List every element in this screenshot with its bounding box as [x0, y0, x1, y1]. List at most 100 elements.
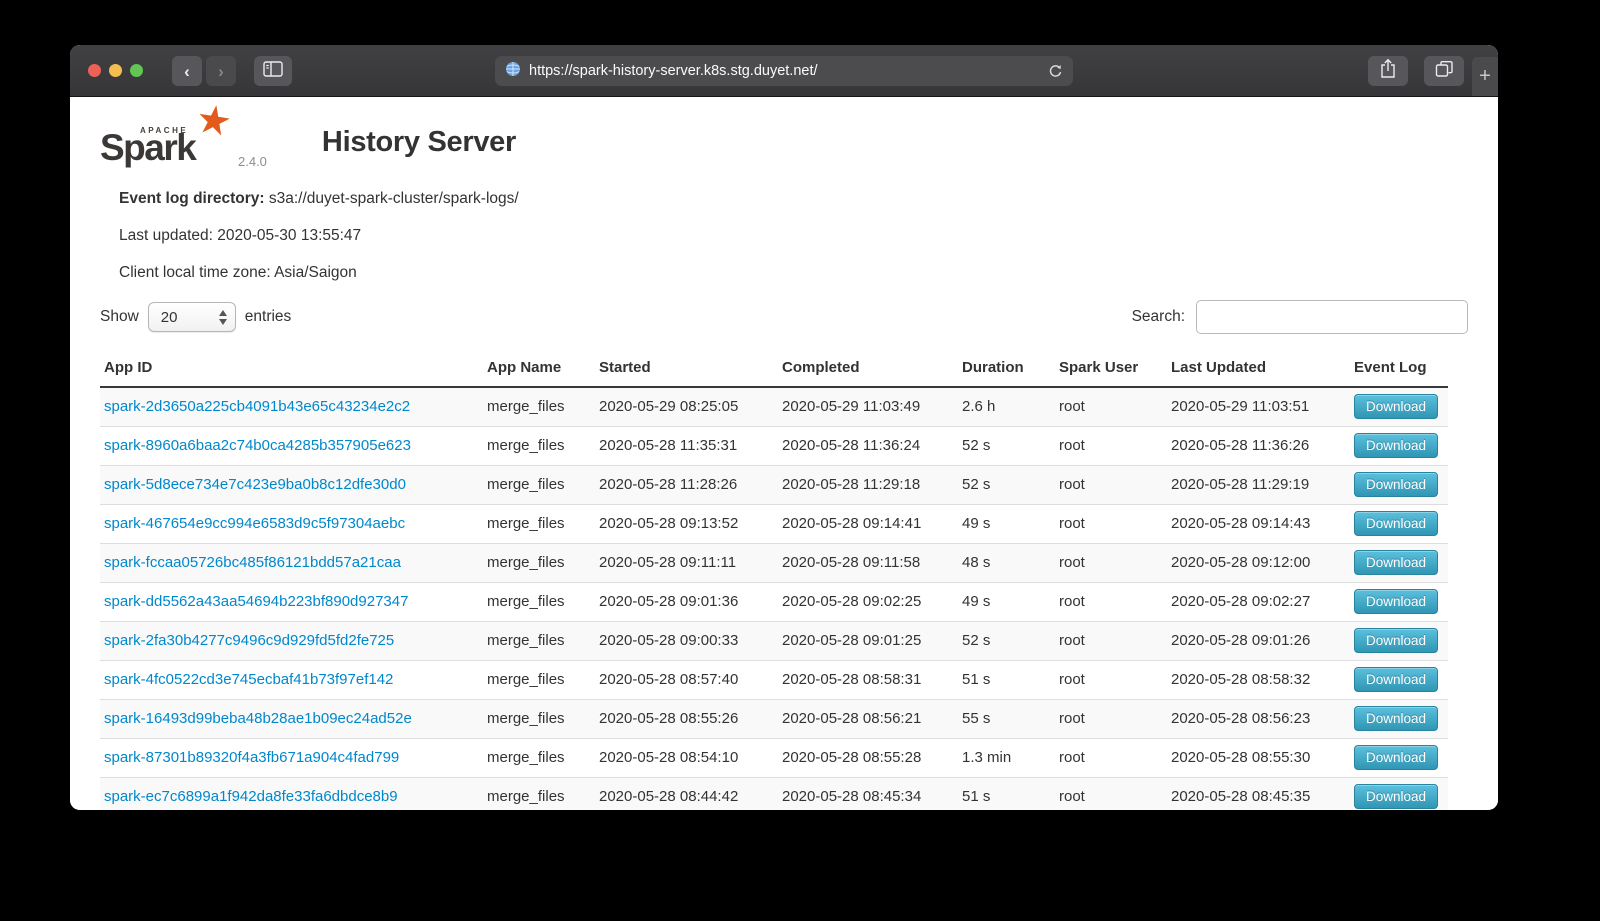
column-header-completed[interactable]: Completed [778, 350, 958, 387]
app-table-body: spark-2d3650a225cb4091b43e65c43234e2c2 m… [100, 387, 1448, 810]
back-button[interactable]: ‹ [172, 56, 202, 86]
app-id-link[interactable]: spark-5d8ece734e7c423e9ba0b8c12dfe30d0 [104, 476, 406, 493]
app-id-link[interactable]: spark-2d3650a225cb4091b43e65c43234e2c2 [104, 398, 410, 415]
duration-cell: 49 s [958, 504, 1055, 543]
download-button[interactable]: Download [1354, 394, 1438, 419]
spark-user-cell: root [1055, 426, 1167, 465]
last-updated-cell: 2020-05-29 11:03:51 [1167, 387, 1350, 426]
spark-user-cell: root [1055, 738, 1167, 777]
completed-cell: 2020-05-28 08:56:21 [778, 699, 958, 738]
column-header-duration[interactable]: Duration [958, 350, 1055, 387]
app-name-cell: merge_files [483, 738, 595, 777]
spark-user-cell: root [1055, 660, 1167, 699]
last-updated-cell: 2020-05-28 11:36:26 [1167, 426, 1350, 465]
download-button[interactable]: Download [1354, 628, 1438, 653]
last-updated-cell: 2020-05-28 09:01:26 [1167, 621, 1350, 660]
started-cell: 2020-05-28 09:01:36 [595, 582, 778, 621]
table-row: spark-8960a6baa2c74b0ca4285b357905e623 m… [100, 426, 1448, 465]
entries-suffix-label: entries [245, 308, 292, 326]
completed-cell: 2020-05-28 08:55:28 [778, 738, 958, 777]
event-log-directory-label: Event log directory: [119, 190, 269, 207]
column-header-started[interactable]: Started [595, 350, 778, 387]
table-row: spark-dd5562a43aa54694b223bf890d927347 m… [100, 582, 1448, 621]
app-id-link[interactable]: spark-fccaa05726bc485f86121bdd57a21caa [104, 554, 401, 571]
column-header-last-updated[interactable]: Last Updated [1167, 350, 1350, 387]
zoom-window-button[interactable] [130, 64, 143, 77]
entries-select[interactable]: 20 [148, 302, 236, 332]
app-name-cell: merge_files [483, 777, 595, 810]
page-header: APACHE Spark ★ 2.4.0 History Server [100, 111, 1468, 173]
started-cell: 2020-05-28 11:35:31 [595, 426, 778, 465]
entries-selected-value: 20 [161, 309, 178, 326]
started-cell: 2020-05-28 09:00:33 [595, 621, 778, 660]
column-header-event-log[interactable]: Event Log [1350, 350, 1448, 387]
app-id-link[interactable]: spark-ec7c6899a1f942da8fe33fa6dbdce8b9 [104, 788, 398, 805]
download-button[interactable]: Download [1354, 433, 1438, 458]
last-updated-cell: 2020-05-28 09:02:27 [1167, 582, 1350, 621]
show-tabs-button[interactable] [1424, 56, 1464, 86]
share-icon [1379, 58, 1397, 84]
app-id-link[interactable]: spark-8960a6baa2c74b0ca4285b357905e623 [104, 437, 411, 454]
download-button[interactable]: Download [1354, 784, 1438, 809]
started-cell: 2020-05-28 08:44:42 [595, 777, 778, 810]
page-title: History Server [322, 126, 516, 159]
spark-version: 2.4.0 [238, 154, 267, 169]
event-log-directory-line: Event log directory: s3a://duyet-spark-c… [119, 189, 1468, 209]
download-button[interactable]: Download [1354, 550, 1438, 575]
column-header-app-name[interactable]: App Name [483, 350, 595, 387]
download-button[interactable]: Download [1354, 511, 1438, 536]
column-header-app-id[interactable]: App ID [100, 350, 483, 387]
logo-spark-text: Spark [100, 127, 195, 169]
app-id-link[interactable]: spark-2fa30b4277c9496c9d929fd5fd2fe725 [104, 632, 394, 649]
download-button[interactable]: Download [1354, 667, 1438, 692]
address-bar[interactable]: https://spark-history-server.k8s.stg.duy… [495, 56, 1073, 86]
download-button[interactable]: Download [1354, 706, 1438, 731]
app-id-link[interactable]: spark-467654e9cc994e6583d9c5f97304aebc [104, 515, 405, 532]
app-id-link[interactable]: spark-87301b89320f4a3fb671a904c4fad799 [104, 749, 399, 766]
reload-icon[interactable] [1048, 64, 1063, 79]
app-id-link[interactable]: spark-4fc0522cd3e745ecbaf41b73f97ef142 [104, 671, 393, 688]
spark-user-cell: root [1055, 387, 1167, 426]
last-updated-cell: 2020-05-28 09:14:43 [1167, 504, 1350, 543]
close-window-button[interactable] [88, 64, 101, 77]
app-id-link[interactable]: spark-16493d99beba48b28ae1b09ec24ad52e [104, 710, 412, 727]
spark-logo: APACHE Spark ★ [100, 113, 228, 171]
spark-star-icon: ★ [193, 98, 235, 143]
app-id-link[interactable]: spark-dd5562a43aa54694b223bf890d927347 [104, 593, 408, 610]
app-name-cell: merge_files [483, 621, 595, 660]
download-button[interactable]: Download [1354, 472, 1438, 497]
forward-chevron-icon: › [218, 63, 224, 80]
completed-cell: 2020-05-28 11:29:18 [778, 465, 958, 504]
column-header-spark-user[interactable]: Spark User [1055, 350, 1167, 387]
search-input[interactable] [1196, 300, 1468, 334]
table-row: spark-2d3650a225cb4091b43e65c43234e2c2 m… [100, 387, 1448, 426]
table-row: spark-ec7c6899a1f942da8fe33fa6dbdce8b9 m… [100, 777, 1448, 810]
download-button[interactable]: Download [1354, 745, 1438, 770]
duration-cell: 51 s [958, 777, 1055, 810]
app-name-cell: merge_files [483, 465, 595, 504]
sidebar-toggle-button[interactable] [254, 56, 292, 86]
completed-cell: 2020-05-28 09:02:25 [778, 582, 958, 621]
table-row: spark-467654e9cc994e6583d9c5f97304aebc m… [100, 504, 1448, 543]
started-cell: 2020-05-28 08:55:26 [595, 699, 778, 738]
minimize-window-button[interactable] [109, 64, 122, 77]
tabs-icon [1435, 60, 1454, 82]
timezone-line: Client local time zone: Asia/Saigon [119, 263, 1468, 283]
browser-window: ‹ › https://spark-history-server.k8s.stg… [70, 45, 1498, 810]
download-button[interactable]: Download [1354, 589, 1438, 614]
new-tab-button[interactable]: + [1472, 57, 1498, 96]
share-button[interactable] [1368, 56, 1408, 86]
completed-cell: 2020-05-28 08:45:34 [778, 777, 958, 810]
table-row: spark-5d8ece734e7c423e9ba0b8c12dfe30d0 m… [100, 465, 1448, 504]
spark-user-cell: root [1055, 504, 1167, 543]
app-name-cell: merge_files [483, 426, 595, 465]
table-controls: Show 20 entries Search: [100, 300, 1468, 334]
completed-cell: 2020-05-28 09:11:58 [778, 543, 958, 582]
select-stepper-icon [219, 310, 227, 325]
forward-button[interactable]: › [206, 56, 236, 86]
window-controls [88, 64, 143, 77]
desktop-background: ‹ › https://spark-history-server.k8s.stg… [0, 0, 1600, 921]
back-chevron-icon: ‹ [184, 63, 190, 80]
spark-user-cell: root [1055, 465, 1167, 504]
table-row: spark-87301b89320f4a3fb671a904c4fad799 m… [100, 738, 1448, 777]
